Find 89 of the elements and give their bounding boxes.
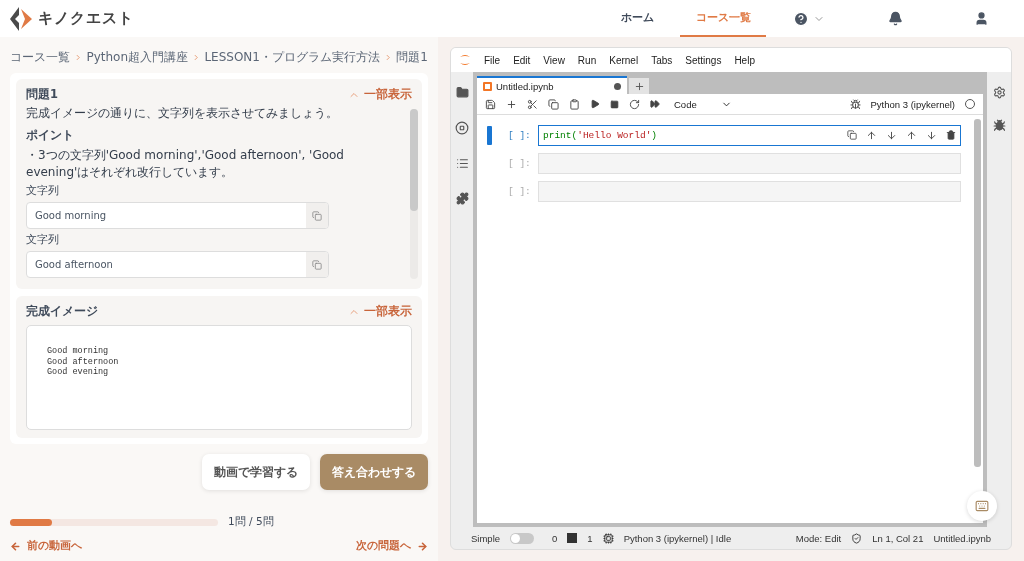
menu-item[interactable]: Run — [577, 54, 597, 66]
terminal-count: 0 — [552, 532, 558, 544]
breadcrumb-link[interactable]: 問題1 — [396, 48, 428, 66]
save-icon[interactable] — [485, 98, 496, 110]
terminal-icon — [567, 533, 578, 543]
menu-item[interactable]: Kernel — [609, 54, 639, 66]
breadcrumb-link[interactable]: Python超入門講座 — [86, 48, 188, 66]
puzzle-icon[interactable] — [455, 192, 469, 205]
keyboard-button[interactable] — [967, 491, 997, 521]
shield-check-icon — [851, 532, 863, 544]
kernel-status[interactable]: Python 3 (ipykernel) | Idle — [623, 532, 732, 544]
collapse-toggle[interactable]: 一部表示 — [348, 304, 412, 319]
arrow-left-icon — [10, 540, 21, 552]
plus-icon[interactable] — [506, 98, 517, 110]
list-icon[interactable] — [455, 157, 469, 170]
active-cell-marker — [487, 126, 492, 145]
bell-icon[interactable] — [887, 11, 903, 26]
mode-label[interactable]: Mode: Edit — [795, 532, 842, 544]
notebook-tab[interactable]: Untitled.ipynb — [477, 76, 627, 94]
field-label: 文字列 — [26, 184, 60, 199]
logo-icon — [10, 6, 32, 31]
help-icon[interactable] — [793, 10, 809, 27]
duplicate-icon[interactable] — [847, 130, 857, 140]
plus-icon — [633, 80, 645, 92]
copy-icon — [312, 259, 322, 270]
kernel-name[interactable]: Python 3 (ipykernel) — [870, 98, 955, 110]
cell-prompt: [ ]: — [508, 130, 532, 141]
cpu-icon — [602, 532, 614, 544]
trash-icon[interactable] — [946, 130, 956, 140]
string-field[interactable]: Good morning — [26, 202, 329, 230]
output-line: Good afternoon — [47, 356, 120, 367]
point-text: ・3つの文字列'Good morning','Good afternoon', 'Good evening'はそれぞれ改行しています。 — [26, 146, 345, 181]
fast-forward-icon[interactable] — [650, 99, 660, 109]
menu-item[interactable]: Tabs — [651, 54, 673, 66]
code-cell[interactable]: print('Hello World') — [538, 125, 961, 146]
breadcrumb-link[interactable]: コース一覧 — [10, 48, 70, 66]
kernel-count: 1 — [587, 532, 593, 544]
menu-item[interactable]: File — [484, 54, 501, 66]
point-heading: ポイント — [26, 126, 75, 144]
image-title: 完成イメージ — [26, 304, 98, 319]
output-line: Good morning — [47, 346, 110, 357]
arrow-right-icon — [417, 540, 428, 552]
copy-icon[interactable] — [548, 98, 559, 110]
field-label: 文字列 — [26, 233, 60, 248]
logo-text[interactable]: キノクエスト — [38, 9, 134, 28]
simple-label: Simple — [471, 532, 501, 544]
play-icon[interactable] — [590, 99, 600, 109]
menu-item[interactable]: Edit — [513, 54, 531, 66]
next-link[interactable]: 次の問題へ — [356, 539, 428, 553]
output-line: Good evening — [47, 367, 110, 378]
notebook-icon — [483, 81, 492, 91]
move-down-icon[interactable] — [886, 130, 897, 141]
copy-icon — [312, 210, 322, 221]
add-tab-button[interactable] — [629, 78, 649, 94]
video-button[interactable]: 動画で学習する — [202, 454, 310, 490]
scrollbar[interactable] — [974, 119, 981, 467]
code-cell[interactable] — [538, 181, 961, 202]
restart-icon[interactable] — [629, 98, 640, 110]
scissors-icon[interactable] — [527, 98, 538, 110]
string-field[interactable]: Good afternoon — [26, 251, 329, 279]
keyboard-icon — [975, 499, 989, 513]
cell-prompt: [ ]: — [508, 186, 532, 197]
file-name: Untitled.ipynb — [933, 532, 991, 544]
menu-item[interactable]: Help — [734, 54, 755, 66]
cursor-position[interactable]: Ln 1, Col 21 — [872, 532, 924, 544]
problem-description: 完成イメージの通りに、文字列を表示させてみましょう。 — [26, 105, 339, 122]
settings-icon[interactable] — [992, 86, 1006, 99]
clipboard-icon[interactable] — [569, 98, 580, 110]
stop-circle-icon[interactable] — [455, 121, 469, 135]
cell-type-select[interactable]: Code — [670, 98, 732, 110]
folder-icon[interactable] — [455, 86, 469, 99]
stop-icon[interactable] — [610, 99, 619, 109]
user-icon[interactable] — [973, 11, 989, 26]
simple-toggle[interactable] — [510, 532, 535, 544]
prev-link[interactable]: 前の動画へ — [10, 539, 82, 553]
progress-label: 1問 / 5問 — [228, 515, 274, 529]
collapse-toggle[interactable]: 一部表示 — [348, 87, 412, 102]
problem-title: 問題1 — [26, 87, 58, 102]
menu-item[interactable]: Settings — [685, 54, 722, 66]
jupyter-logo-icon — [459, 53, 471, 67]
menu-item[interactable]: View — [543, 54, 565, 66]
bug-icon[interactable] — [992, 119, 1006, 132]
code-cell[interactable] — [538, 153, 961, 174]
scrollbar[interactable] — [410, 109, 418, 279]
breadcrumb-link[interactable]: LESSON1・プログラム実行方法 — [204, 48, 380, 66]
nav-tab[interactable]: ホーム — [594, 0, 680, 37]
bug-icon[interactable] — [849, 98, 861, 110]
move-up-icon[interactable] — [866, 130, 877, 141]
cell-prompt: [ ]: — [508, 158, 532, 169]
